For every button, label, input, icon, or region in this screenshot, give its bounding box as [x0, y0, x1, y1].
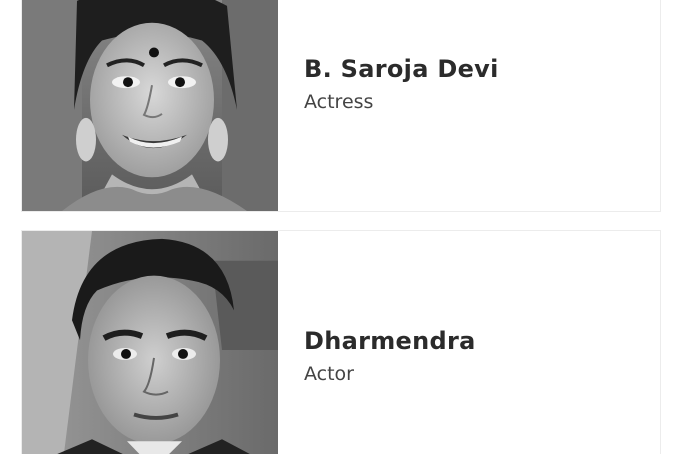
person-name[interactable]: Dharmendra	[304, 326, 476, 356]
person-photo	[22, 231, 278, 454]
person-name[interactable]: B. Saroja Devi	[304, 54, 499, 84]
person-role: Actor	[304, 363, 354, 385]
people-list: B. Saroja Devi Actress Dharmendra Actor	[0, 0, 681, 454]
person-card[interactable]: Dharmendra Actor	[21, 230, 661, 454]
person-photo	[22, 0, 278, 211]
person-role: Actress	[304, 91, 374, 113]
person-info: Dharmendra Actor	[304, 326, 476, 386]
person-card[interactable]: B. Saroja Devi Actress	[21, 0, 661, 212]
person-info: B. Saroja Devi Actress	[304, 54, 499, 114]
